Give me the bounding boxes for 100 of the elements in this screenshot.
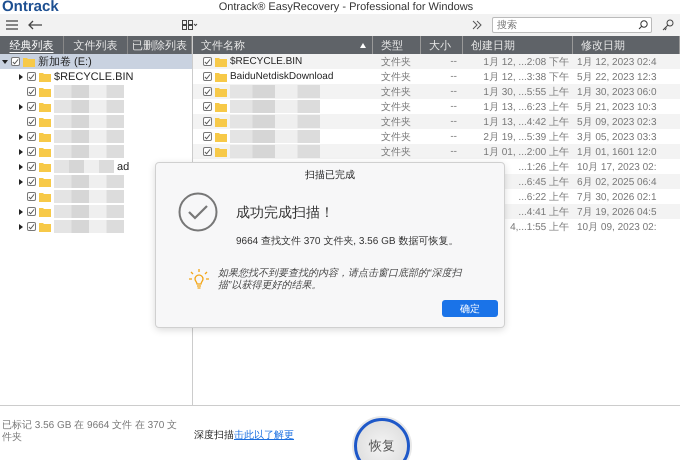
checkbox[interactable] — [27, 192, 36, 201]
checkbox[interactable] — [203, 57, 212, 66]
pixelated-block — [54, 85, 124, 98]
table-row[interactable]: 文件夹 -- 2月 19, ...5:39 上午 3月 05, 2023 03:3 — [193, 129, 680, 144]
recover-button[interactable]: 恢复 — [354, 418, 410, 460]
tree-item[interactable]: ad — [0, 159, 192, 174]
table-cell: -- — [450, 56, 457, 67]
lightbulb-icon — [188, 268, 210, 290]
table-row[interactable]: 文件夹 -- 1月 01, ...2:00 上午 1月 01, 1601 12:0 — [193, 144, 680, 159]
table-cell-text: 1月 13, ...6:23 上午 — [483, 100, 569, 114]
table-cell: -- — [450, 71, 457, 82]
table-cell: -- — [450, 131, 457, 142]
pixelated-block — [54, 220, 124, 233]
tree-item-label: $RECYCLE.BIN — [54, 70, 134, 82]
folder-icon — [39, 146, 51, 156]
table-cell-text: 文件夹 — [381, 130, 411, 144]
checkbox[interactable] — [203, 147, 212, 156]
table-cell-text: 文件夹 — [381, 116, 411, 128]
table-cell-text: 1月 13, ...4:42 上午 — [483, 116, 569, 128]
expand-arrow-icon[interactable] — [18, 164, 24, 170]
back-arrow-icon[interactable] — [28, 20, 42, 30]
tree-item-label: ad — [117, 160, 130, 172]
checkbox[interactable] — [203, 117, 212, 126]
table-cell-text: 10月 09, 2023 02: — [577, 220, 657, 234]
checkbox[interactable] — [203, 102, 212, 111]
folder-icon — [215, 56, 227, 66]
table-cell-text: 1月 01, ...2:00 上午 — [483, 146, 569, 158]
table-cell: -- — [450, 101, 457, 112]
checkbox[interactable] — [27, 117, 36, 126]
checkbox[interactable] — [203, 87, 212, 96]
key-icon[interactable] — [662, 19, 674, 31]
checkbox[interactable] — [27, 72, 36, 81]
table-cell-text: 7月 30, 2026 02:1 — [577, 190, 657, 204]
file-name: $RECYCLE.BIN — [230, 56, 302, 67]
table-cell-text: 2月 19, ...5:39 上午 — [483, 130, 569, 144]
table-row[interactable]: $RECYCLE.BIN 文件夹 -- 1月 12, ...2:08 下午 1月 12, 2023 02:4 — [193, 54, 680, 69]
folder-icon — [39, 222, 51, 232]
table-cell-text: 文件夹 — [381, 100, 411, 114]
tree-item[interactable]: $RECYCLE.BIN — [0, 69, 192, 84]
checkbox[interactable] — [27, 162, 36, 171]
expand-arrow-icon[interactable] — [18, 224, 24, 230]
expand-arrow-icon[interactable] — [18, 134, 24, 140]
table-cell-text: 文件夹 — [381, 70, 411, 84]
checkbox[interactable] — [27, 132, 36, 141]
table-cell-text: 6月 02, 2025 06:4 — [577, 176, 657, 188]
checkbox[interactable] — [203, 132, 212, 141]
double-chevron-icon[interactable] — [472, 20, 482, 30]
dialog-heading: 成功完成扫描！ — [236, 204, 335, 222]
expand-arrow-icon[interactable] — [18, 104, 24, 110]
folder-icon — [39, 72, 51, 82]
folder-icon — [39, 206, 51, 216]
app-logo: Ontrack — [2, 0, 59, 14]
table-cell-text: 文件夹 — [381, 56, 411, 68]
sort-ascending-icon[interactable] — [360, 42, 366, 48]
table-cell-text: 1月 12, 2023 02:4 — [577, 56, 657, 68]
folder-icon — [39, 162, 51, 172]
checkbox[interactable] — [27, 147, 36, 156]
tip-text: 如果您找不到要查找的内容，请点击窗口底部的“深度扫描”以获得更好的结果。 — [218, 268, 464, 292]
ok-button[interactable]: 确定 — [442, 300, 498, 317]
table-row[interactable]: 文件夹 -- 1月 13, ...4:42 上午 5月 09, 2023 02:3 — [193, 114, 680, 129]
folder-icon — [39, 86, 51, 96]
search-field[interactable]: 搜索 — [492, 17, 652, 33]
expand-arrow-icon[interactable] — [18, 74, 24, 80]
pixelated-block — [54, 160, 114, 173]
expand-arrow-icon[interactable] — [18, 178, 24, 184]
table-cell-text: 1月 12, ...3:38 下午 — [483, 70, 569, 84]
table-row[interactable]: 文件夹 -- 1月 30, ...5:55 上午 1月 30, 2023 06:0 — [193, 84, 680, 99]
checkbox[interactable] — [27, 87, 36, 96]
folder-icon — [215, 86, 227, 96]
tree-item[interactable]: 新加卷 (E:) — [0, 54, 192, 69]
folder-icon — [215, 132, 227, 142]
expand-arrow-icon[interactable] — [18, 208, 24, 214]
search-icon[interactable] — [638, 20, 648, 30]
checkbox[interactable] — [27, 222, 36, 231]
learn-more-link[interactable]: 击此以了解更 — [234, 428, 294, 442]
pixelated-block — [54, 100, 124, 113]
checkbox[interactable] — [203, 72, 212, 81]
file-name: BaiduNetdiskDownload — [230, 71, 334, 82]
table-cell-text: ...6:22 上午 — [518, 190, 569, 204]
table-row[interactable]: BaiduNetdiskDownload 文件夹 -- 1月 12, ...3:38 下午 5月 22, 2023 12:3 — [193, 69, 680, 84]
pixelated-block — [54, 190, 124, 203]
grid-view-icon[interactable] — [182, 20, 198, 30]
folder-icon — [39, 176, 51, 186]
pixelated-block — [54, 205, 124, 218]
menu-icon[interactable] — [6, 20, 18, 30]
table-row[interactable]: 文件夹 -- 1月 13, ...6:23 上午 5月 21, 2023 10:3 — [193, 99, 680, 114]
checkbox[interactable] — [27, 102, 36, 111]
pixelated-block — [54, 130, 124, 143]
checkbox[interactable] — [27, 177, 36, 186]
checkbox[interactable] — [27, 207, 36, 216]
pixelated-block — [54, 145, 124, 158]
table-cell-text: 4,...1:55 上午 — [510, 220, 569, 234]
expand-arrow-icon[interactable] — [18, 148, 24, 154]
expand-arrow-icon[interactable] — [2, 58, 8, 64]
table-cell-text: 文件夹 — [381, 86, 411, 98]
checkbox[interactable] — [11, 57, 20, 66]
check-circle-icon — [178, 192, 218, 232]
table-cell: -- — [450, 146, 457, 157]
folder-icon — [215, 72, 227, 82]
tree-item-label: 新加卷 (E:) — [38, 54, 92, 69]
